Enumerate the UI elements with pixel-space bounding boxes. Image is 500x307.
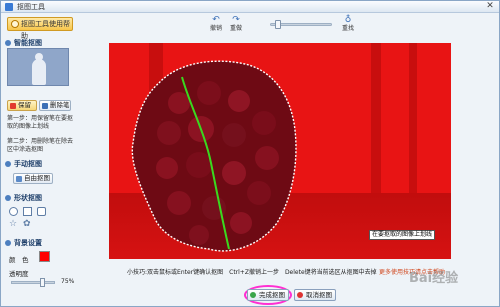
cutout-tool-window: 抠图工具 ✕ 抠图工具使用帮助 ↶ 撤销 ↷ 重做 ♁ 重找 智能抠图 保留 删… — [0, 0, 500, 307]
lasso-icon — [16, 176, 22, 182]
help-button[interactable]: 抠图工具使用帮助 — [7, 17, 73, 40]
section-icon — [5, 161, 11, 167]
reset-button[interactable]: ♁ 重找 — [338, 15, 358, 37]
reset-icon: ♁ — [344, 15, 352, 25]
rectangle-shape-icon[interactable] — [23, 207, 32, 216]
cancel-cutout-label: 取消抠图 — [306, 291, 332, 299]
background-settings-title: 背景设置 — [14, 239, 42, 247]
preview-figure — [32, 59, 46, 85]
sidebar: 智能抠图 保留 删除笔 第一步：用保留笔在要抠取的图像上划线 第二步：用删除笔在… — [3, 37, 75, 305]
section-icon — [5, 195, 11, 201]
finish-cutout-button[interactable]: 完成抠图 — [247, 289, 289, 301]
smart-cutout-header: 智能抠图 — [3, 38, 73, 48]
undo-label: 撤销 — [209, 25, 222, 32]
rose-bouquet-image — [131, 60, 297, 252]
remove-brush-button[interactable]: 删除笔 — [39, 100, 71, 111]
ellipse-shape-icon[interactable] — [9, 207, 18, 216]
undo-button[interactable]: ↶ 撤销 — [206, 15, 226, 37]
tip-text: 小技巧:双击鼠标或Enter键确认抠图 Ctrl+Z撤销上一步 Delete键将… — [127, 269, 377, 276]
section-icon — [5, 40, 11, 46]
flower-shape-icon[interactable]: ✿ — [23, 220, 32, 229]
background-color-swatch[interactable] — [39, 251, 50, 262]
color-label: 颜 色 — [9, 256, 29, 264]
cancel-icon — [297, 292, 303, 298]
window-title: 抠图工具 — [17, 3, 45, 11]
app-icon — [5, 3, 13, 11]
opacity-value: 75% — [61, 278, 75, 285]
shape-cutout-header: 形状抠图 — [3, 193, 73, 203]
step-one-text: 第一步：用保留笔在要抠取的图像上划线 — [7, 115, 74, 130]
title-bar: 抠图工具 ✕ — [1, 1, 499, 13]
cancel-cutout-button[interactable]: 取消抠图 — [294, 289, 336, 301]
background-settings-header: 背景设置 — [3, 238, 73, 248]
opacity-knob[interactable] — [40, 278, 45, 287]
reset-label: 重找 — [341, 25, 354, 32]
image-canvas[interactable] — [109, 43, 451, 259]
finish-cutout-label: 完成抠图 — [259, 291, 285, 299]
keep-brush-icon — [10, 103, 16, 109]
opacity-slider[interactable] — [11, 278, 55, 287]
opacity-label: 透明度 — [9, 270, 29, 278]
brush-size-knob[interactable] — [275, 20, 281, 29]
undo-icon: ↶ — [212, 15, 220, 25]
manual-cutout-header: 手动抠图 — [3, 159, 73, 169]
redo-icon: ↷ — [232, 15, 240, 25]
manual-cutout-title: 手动抠图 — [14, 160, 42, 168]
shape-cutout-title: 形状抠图 — [14, 194, 42, 202]
rounded-rect-shape-icon[interactable] — [37, 207, 46, 216]
shape-tools: ☆ ✿ — [9, 207, 69, 233]
smart-cutout-preview — [7, 48, 69, 86]
keep-brush-button[interactable]: 保留 — [7, 100, 37, 111]
check-icon — [250, 292, 256, 298]
help-icon — [11, 20, 19, 28]
remove-brush-label: 删除笔 — [50, 101, 70, 109]
redo-button[interactable]: ↷ 重做 — [226, 15, 246, 37]
step-two-text: 第二步：用删除笔在除去区中涂选抠图 — [7, 138, 74, 153]
remove-brush-icon — [42, 103, 48, 109]
brush-size-slider[interactable] — [270, 20, 332, 29]
keep-brush-label: 保留 — [18, 101, 31, 109]
toolbar: ↶ 撤销 ↷ 重做 ♁ 重找 — [206, 15, 366, 37]
star-shape-icon[interactable]: ☆ — [9, 220, 18, 229]
close-icon[interactable]: ✕ — [484, 1, 496, 11]
redo-label: 重做 — [229, 25, 242, 32]
free-cutout-label: 自由抠图 — [24, 174, 50, 182]
free-cutout-button[interactable]: 自由抠图 — [13, 173, 53, 184]
watermark-logo: Bai经验 — [409, 271, 459, 286]
smart-cutout-title: 智能抠图 — [14, 39, 42, 47]
canvas-tooltip: 在要抠取的图像上划线 — [369, 230, 436, 240]
section-icon — [5, 240, 11, 246]
